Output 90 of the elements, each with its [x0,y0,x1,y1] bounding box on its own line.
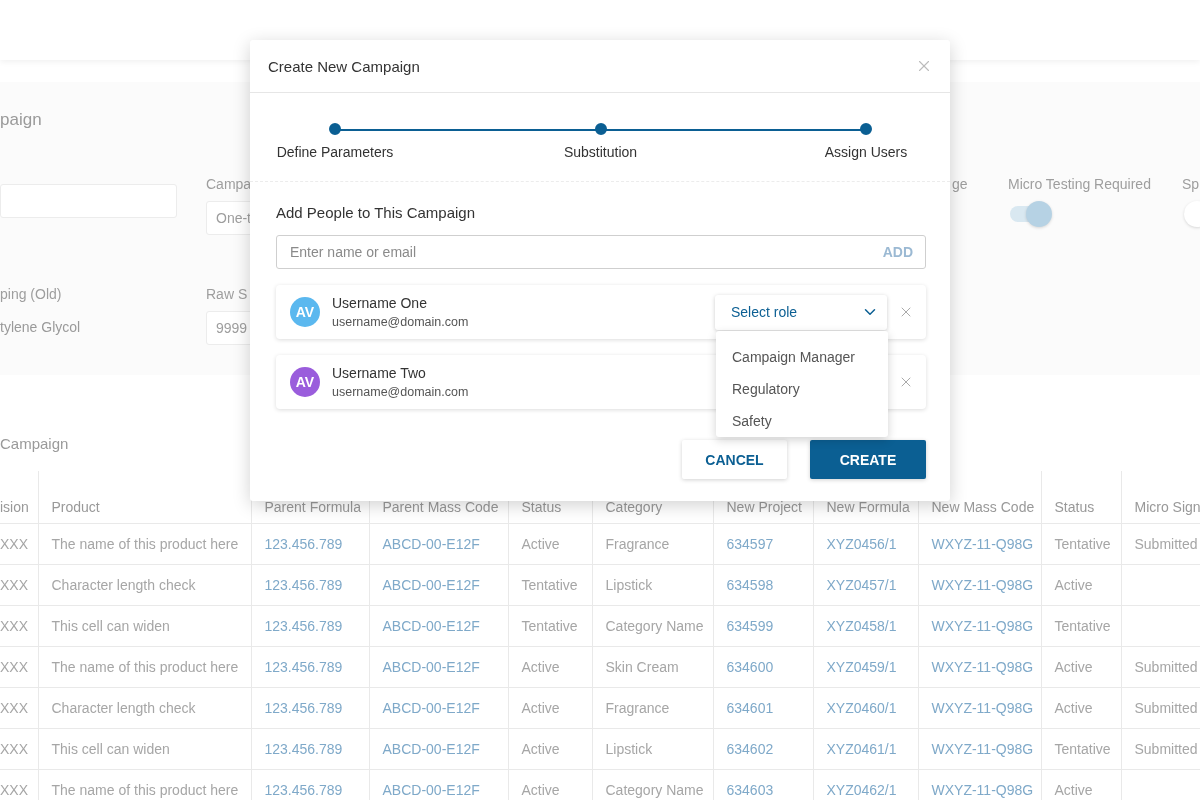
table-cell: Fragrance [592,687,713,728]
field-label: ge [952,176,969,193]
table-cell: XYZ0459/1 [813,646,918,687]
step-label: Define Parameters [276,144,394,160]
table-cell: XYZ0460/1 [813,687,918,728]
field-label: ping (Old) [0,286,63,303]
user-email: username@domain.com [332,315,469,329]
user-name: Username Two [332,365,427,381]
table-cell: Skin Cream [592,646,713,687]
table-cell: Tentative [1041,728,1121,769]
avatar: AV [290,297,320,327]
table-cell: XXX [0,564,38,605]
table-cell: 123.456.789 [251,564,369,605]
table-cell: 634600 [713,646,813,687]
table-cell: Active [1041,687,1121,728]
table-cell: 634602 [713,728,813,769]
section-title: Add People to This Campaign [276,204,476,222]
table-cell: XYZ0458/1 [813,605,918,646]
table-cell: Active [1041,646,1121,687]
field-value: tylene Glycol [0,318,82,337]
table-cell: 634598 [713,564,813,605]
table-cell: Active [508,646,592,687]
table-cell: 123.456.789 [251,605,369,646]
table-cell: XXX [0,687,38,728]
table-cell: XXX [0,523,38,564]
table-cell: ABCD-00-E12F [369,728,508,769]
table-cell: 634599 [713,605,813,646]
table-cell: WXYZ-11-Q98G [918,646,1041,687]
table-cell: Lipstick [592,564,713,605]
table-cell: Active [508,728,592,769]
table-cell: ABCD-00-E12F [369,687,508,728]
field-label: Micro Testing Required [1008,176,1152,193]
table-cell: Category Name [592,605,713,646]
table-cell: 123.456.789 [251,687,369,728]
table-cell: XXX [0,605,38,646]
toggle-switch[interactable] [1010,201,1052,227]
table-cell: Active [508,687,592,728]
table-cell: WXYZ-11-Q98G [918,564,1041,605]
table-cell: XYZ0461/1 [813,728,918,769]
table-cell: XXX [0,728,38,769]
table-cell: Tentative [508,605,592,646]
table-cell: 123.456.789 [251,646,369,687]
table-cell: WXYZ-11-Q98G [918,523,1041,564]
menu-item[interactable]: Safety [716,405,888,437]
table-cell: Tentative [1041,523,1121,564]
table-cell: WXYZ-11-Q98G [918,728,1041,769]
avatar: AV [290,367,320,397]
table-cell: WXYZ-11-Q98G [918,687,1041,728]
table-cell: Active [1041,564,1121,605]
table-cell: This cell can widen [38,605,251,646]
table-cell: ABCD-00-E12F [369,564,508,605]
table-cell: 634601 [713,687,813,728]
column-header: Status [1041,471,1121,523]
user-email: username@domain.com [332,385,469,399]
table-cell: 123.456.789 [251,523,369,564]
field-label: Sp [1182,176,1200,193]
page-title: paign [0,110,43,130]
field-label: Raw S [206,286,249,303]
table-cell: XXX [0,769,38,800]
step-label: Assign Users [824,144,908,160]
section-title: Campaign [0,435,70,453]
dialog-title: Create New Campaign [268,57,420,75]
table-cell: Active [508,523,592,564]
table-cell: This cell can widen [38,728,251,769]
column-header: ision [0,471,38,523]
table-cell: 634597 [713,523,813,564]
table-cell: XYZ0456/1 [813,523,918,564]
create-button[interactable]: CREATE [810,440,926,479]
table-cell: Character length check [38,687,251,728]
table-cell: ABCD-00-E12F [369,646,508,687]
table-cell: XXX [0,646,38,687]
table-cell: 123.456.789 [251,728,369,769]
table-cell: Fragrance [592,523,713,564]
menu-item[interactable]: Regulatory [716,373,888,405]
cancel-button[interactable]: CANCEL [682,440,787,479]
table-cell: ABCD-00-E12F [369,605,508,646]
table-cell: Tentative [508,564,592,605]
table-cell: WXYZ-11-Q98G [918,605,1041,646]
step-label: Substitution [563,144,638,160]
user-name: Username One [332,295,428,311]
table-cell: Lipstick [592,728,713,769]
role-select[interactable]: Select role [715,294,887,330]
table-cell: ABCD-00-E12F [369,523,508,564]
table-cell: Character length check [38,564,251,605]
table-cell: The name of this product here [38,646,251,687]
table-cell: XYZ0457/1 [813,564,918,605]
field-label: Campa [206,176,250,193]
table-cell: Tentative [1041,605,1121,646]
table-cell: The name of this product here [38,523,251,564]
menu-item[interactable]: Campaign Manager [716,341,888,373]
